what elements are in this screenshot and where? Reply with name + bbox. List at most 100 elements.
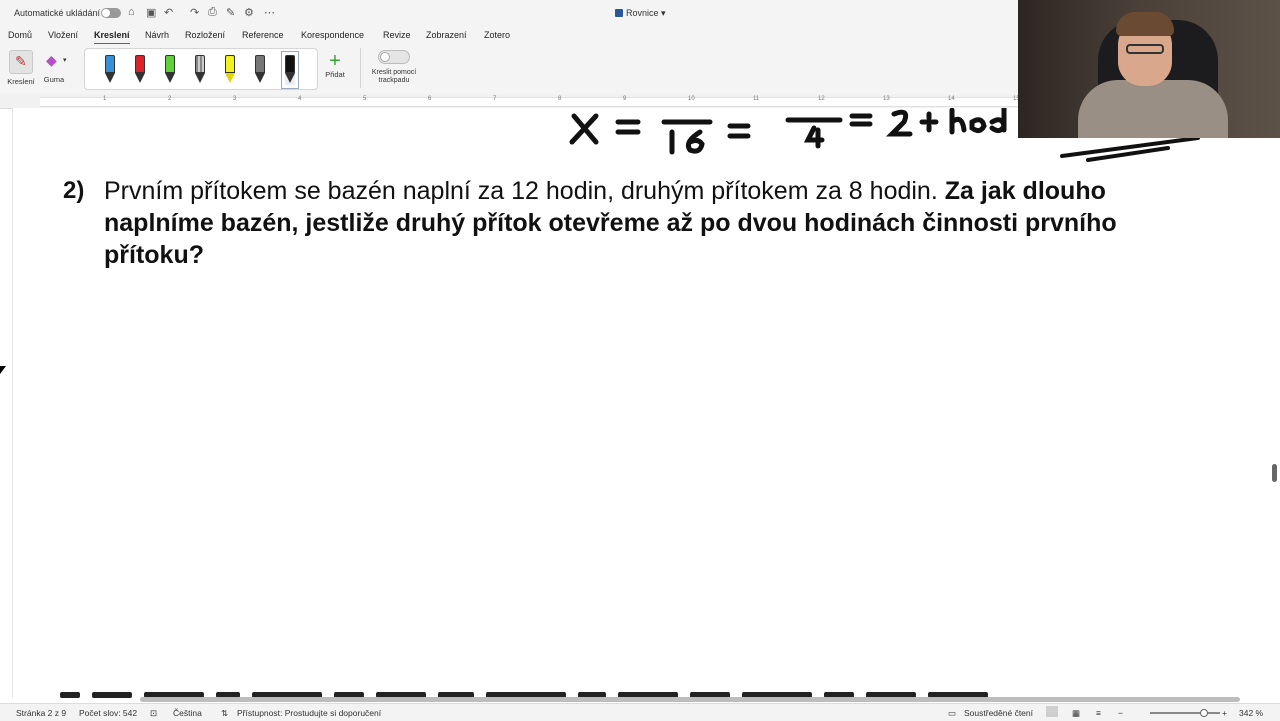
ruler-tick-label: 7 <box>493 96 497 102</box>
mouse-cursor-icon <box>0 366 6 374</box>
pen-red[interactable] <box>135 55 145 85</box>
status-bar: Stránka 2 z 9 Počet slov: 542 ⊡ Čeština … <box>0 703 1280 721</box>
problem-text-regular: Prvním přítokem se bazén naplní za 12 ho… <box>104 177 945 205</box>
print-icon[interactable]: ⎙ <box>208 6 217 19</box>
web-layout-icon[interactable]: ▦ <box>1072 708 1080 719</box>
ruler-tick-label: 10 <box>688 96 695 102</box>
eraser-label: Guma <box>43 75 65 84</box>
highlighter-yellow[interactable] <box>225 55 235 85</box>
accessibility-checker[interactable]: Přístupnost: Prostudujte si doporučení <box>237 708 381 718</box>
redo-icon[interactable]: ↷ <box>190 6 199 19</box>
add-pen-label: Přidat <box>325 70 345 79</box>
horizontal-ruler[interactable]: 1 2 3 4 5 6 7 8 9 10 11 12 13 14 15 <box>0 94 1020 109</box>
ink-digit-6 <box>685 129 705 154</box>
pen-gray-tip-icon <box>255 73 265 83</box>
tab-view[interactable]: Zobrazení <box>426 30 467 40</box>
ribbon-tabs: Domů Vložení Kreslení Návrh Rozložení Re… <box>0 26 1020 45</box>
ruler-tick-label: 1 <box>103 96 107 102</box>
webcam-overlay <box>1018 0 1280 138</box>
horizontal-scrollbar[interactable] <box>140 697 1240 702</box>
language[interactable]: Čeština <box>173 708 202 718</box>
autosave-toggle[interactable] <box>101 8 121 18</box>
pen-blue[interactable] <box>105 55 115 85</box>
pen-black-tip-icon <box>285 73 295 83</box>
focus-mode-label[interactable]: Soustředěné čtení <box>964 708 1033 718</box>
zoom-level[interactable]: 342 % <box>1239 708 1263 718</box>
zoom-slider[interactable] <box>1150 709 1220 717</box>
ink-hod <box>949 108 1007 135</box>
vertical-scrollbar[interactable] <box>1272 464 1277 482</box>
pen-black-selected[interactable] <box>281 51 299 89</box>
word-doc-icon <box>615 9 623 17</box>
pen-gray[interactable] <box>255 55 265 85</box>
ruler-tick-label: 4 <box>298 96 302 102</box>
tab-layout[interactable]: Rozložení <box>185 30 225 40</box>
handwritten-underline <box>1060 136 1200 162</box>
focus-icon[interactable]: ▭ <box>948 708 956 719</box>
zoom-out-icon[interactable]: − <box>1118 708 1123 718</box>
tab-draw[interactable]: Kreslení <box>94 30 130 45</box>
text-predictions-icon[interactable]: ⇅ <box>221 708 228 719</box>
page-indicator[interactable]: Stránka 2 z 9 <box>16 708 66 718</box>
customize-icon[interactable]: ⚙ <box>244 6 254 19</box>
home-icon[interactable]: ⌂ <box>128 6 135 18</box>
tab-review[interactable]: Revize <box>383 30 411 40</box>
pen-gallery <box>84 48 318 90</box>
pen-red-tip-icon <box>135 73 145 83</box>
outline-view-icon[interactable]: ≡ <box>1096 708 1101 718</box>
problem-text[interactable]: Prvním přítokem se bazén naplní za 12 ho… <box>104 175 1144 271</box>
ink-digit-2 <box>885 109 913 137</box>
zoom-in-icon[interactable]: + <box>1222 708 1227 718</box>
print-layout-icon[interactable] <box>1046 706 1058 717</box>
pen-green-tip-icon <box>165 73 175 83</box>
trackpad-label-line2: trackpadu <box>378 77 410 84</box>
pencil-gray[interactable] <box>195 55 205 85</box>
webcam-person-glasses <box>1126 44 1164 54</box>
trackpad-label-line1: Kreslit pomocí <box>371 69 417 76</box>
pen-red-body <box>135 55 145 73</box>
pencil-gray-tip-icon <box>195 73 205 83</box>
tab-design[interactable]: Návrh <box>145 30 169 40</box>
ink-equals-3 <box>849 113 873 127</box>
trackpad-draw-control[interactable]: Kreslit pomocí trackpadu <box>368 50 420 85</box>
draw-select-icon: ✎ <box>9 50 33 74</box>
word-count[interactable]: Počet slov: 542 <box>79 708 137 718</box>
tab-references[interactable]: Reference <box>242 30 284 40</box>
ruler-tick-label: 3 <box>233 96 237 102</box>
pen-green-body <box>165 55 175 73</box>
ink-digit-4 <box>803 125 825 149</box>
webcam-person-shirt <box>1078 80 1228 138</box>
save-icon[interactable]: ▣ <box>146 6 156 19</box>
eraser-icon: ◆ ▾ <box>46 52 67 68</box>
tab-insert[interactable]: Vložení <box>48 30 78 40</box>
problem-number: 2) <box>63 177 85 204</box>
webcam-person-hair <box>1116 12 1174 36</box>
pen-blue-body <box>105 55 115 73</box>
plus-icon: + <box>329 50 341 72</box>
draw-tool-label: Kreslení <box>7 77 35 86</box>
autosave-label: Automatické ukládání <box>14 8 101 18</box>
pen-black-body <box>285 55 295 73</box>
pen-gray-body <box>255 55 265 73</box>
tab-home[interactable]: Domů <box>8 30 32 40</box>
ruler-tick-label: 8 <box>558 96 562 102</box>
tab-zotero[interactable]: Zotero <box>484 30 510 40</box>
pen-blue-tip-icon <box>105 73 115 83</box>
proofing-icon[interactable]: ⊡ <box>150 708 157 719</box>
pen-green[interactable] <box>165 55 175 85</box>
document-title[interactable]: Rovnice ▾ <box>615 8 666 19</box>
trackpad-toggle[interactable] <box>378 50 410 64</box>
add-pen-button[interactable]: + Přidat <box>322 50 348 79</box>
draw-tool-button[interactable]: ✎ Kreslení <box>6 50 36 86</box>
highlighter-yellow-body <box>225 55 235 73</box>
draw-pen-icon[interactable]: ✎ <box>226 6 235 19</box>
ink-x <box>569 113 599 145</box>
ruler-tick-label: 13 <box>883 96 890 102</box>
ribbon-divider <box>360 48 361 88</box>
ruler-tick-label: 5 <box>363 96 367 102</box>
ruler-tick-label: 14 <box>948 96 955 102</box>
tab-mailings[interactable]: Korespondence <box>301 30 364 40</box>
undo-icon[interactable]: ↶ <box>164 6 173 19</box>
eraser-button[interactable]: ◆ ▾ Guma <box>39 50 69 84</box>
more-icon[interactable]: ⋯ <box>264 6 275 19</box>
